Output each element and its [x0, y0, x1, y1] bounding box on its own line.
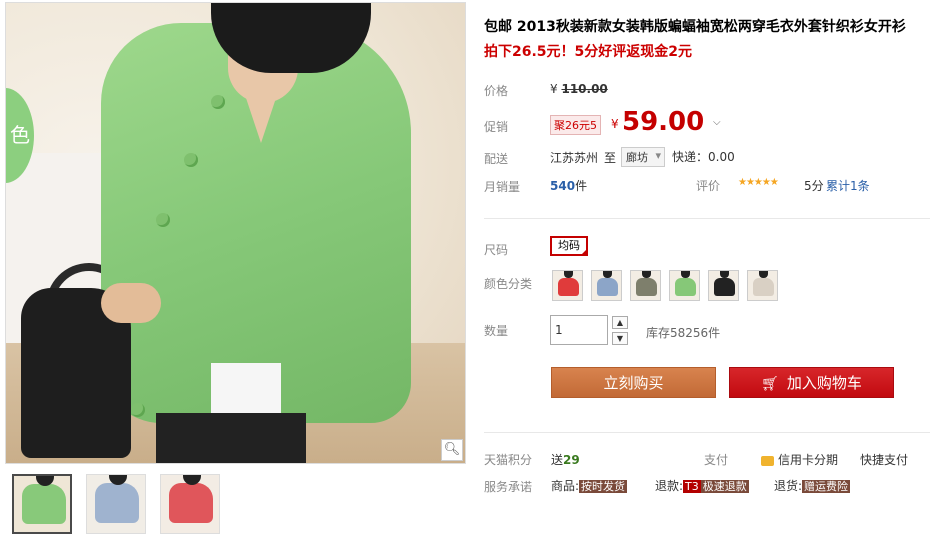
- quantity-label: 数量: [484, 324, 509, 338]
- photo-pants: [156, 413, 306, 463]
- quantity-input[interactable]: 1: [550, 315, 608, 345]
- review-count-link[interactable]: 累计1条: [826, 177, 870, 194]
- color-swatch-1[interactable]: [552, 270, 583, 301]
- points-label: 天猫积分: [484, 453, 533, 467]
- color-swatch-2[interactable]: [591, 270, 622, 301]
- quantity-increment-button[interactable]: ▲: [612, 316, 628, 329]
- shipping-to-word: 至: [604, 151, 617, 165]
- credit-card-icon: [761, 455, 774, 466]
- thumbnail-sweater: [95, 483, 139, 523]
- fast-refund-tag[interactable]: 极速退款: [700, 480, 749, 493]
- thumbnail-1[interactable]: [12, 474, 72, 534]
- color-swatch-3[interactable]: [630, 270, 661, 301]
- monthly-sales: 540件: [550, 177, 587, 194]
- color-swatch-4[interactable]: [669, 270, 700, 301]
- credit-card-installment-label: 信用卡分期: [778, 453, 839, 467]
- price-label: 价格: [484, 84, 509, 98]
- destination-select[interactable]: 廊坊: [621, 147, 665, 167]
- promo-text: 拍下26.5元！5分好评返现金2元: [484, 44, 693, 60]
- service-label: 服务承诺: [484, 480, 533, 494]
- thumbnail-strip: [12, 474, 220, 534]
- monthly-sales-label: 月销量: [484, 180, 521, 194]
- goods-label: 商品:: [551, 479, 580, 493]
- current-currency-symbol: ¥: [611, 117, 619, 131]
- sales-unit: 件: [575, 179, 588, 193]
- buy-now-button[interactable]: 立刻购买: [551, 367, 716, 398]
- color-swatch-5[interactable]: [708, 270, 739, 301]
- return-label: 退货:: [774, 479, 803, 493]
- thumbnail-2[interactable]: [86, 474, 146, 534]
- promo-label: 促销: [484, 120, 509, 134]
- shipping-fee: 快递：0.00: [672, 150, 735, 164]
- color-swatch-6[interactable]: [747, 270, 778, 301]
- stock-count: 库存58256件: [646, 326, 721, 340]
- shipping-origin: 江苏苏州: [550, 151, 599, 165]
- divider: [484, 218, 930, 219]
- product-title: 包邮 2013秋装新款女装韩版蝙蝠袖宽松两穿毛衣外套针织衫女开衫: [484, 19, 906, 35]
- currency-symbol: ¥: [550, 82, 558, 96]
- magnifier-icon[interactable]: 🔍︎: [441, 439, 463, 461]
- shipping-label: 配送: [484, 152, 509, 166]
- sweater-button: [156, 213, 170, 227]
- refund-label: 退款:: [655, 479, 684, 493]
- sweater-button: [184, 153, 198, 167]
- return-insurance-tag[interactable]: 赠运费险: [802, 480, 851, 493]
- sales-count: 540: [550, 179, 576, 193]
- points-number: 29: [563, 453, 580, 467]
- add-to-cart-button[interactable]: 🛒︎ 加入购物车: [729, 367, 894, 398]
- juhuasuan-tag: 聚26元5: [550, 115, 601, 135]
- quick-pay[interactable]: 快捷支付: [860, 451, 908, 468]
- points-prefix: 送: [551, 453, 564, 467]
- rating-score: 5分: [804, 179, 824, 193]
- service-refund: 退款: T3 极速退款: [655, 477, 749, 494]
- credit-card-installment[interactable]: 信用卡分期: [761, 451, 838, 468]
- color-swatches: [552, 270, 778, 301]
- thumbnail-sweater: [169, 483, 213, 523]
- payment-label: 支付: [704, 453, 729, 467]
- quantity-decrement-button[interactable]: ▼: [612, 332, 628, 345]
- service-return: 退货: 赠运费险: [774, 477, 851, 494]
- rating-stars: ★★★★★: [738, 177, 779, 188]
- size-label: 尺码: [484, 243, 509, 257]
- original-price: ¥ 110.00: [550, 82, 608, 96]
- rating-label: 评价: [696, 179, 721, 193]
- cart-icon: 🛒︎: [761, 376, 779, 392]
- size-option-one-size[interactable]: 均码: [550, 236, 588, 256]
- ontime-delivery-tag[interactable]: 按时发货: [579, 480, 628, 493]
- thumbnail-3[interactable]: [160, 474, 220, 534]
- divider: [484, 432, 930, 433]
- current-price: 59.00: [622, 107, 705, 137]
- sweater-button: [131, 403, 145, 417]
- photo-hand: [101, 283, 161, 323]
- original-price-value: 110.00: [561, 82, 608, 96]
- points-value: 送29: [551, 451, 580, 468]
- sweater-button: [211, 95, 225, 109]
- chevron-down-icon[interactable]: ⌵: [713, 117, 721, 128]
- add-to-cart-label: 加入购物车: [786, 374, 862, 392]
- color-label: 颜色分类: [484, 277, 533, 291]
- t3-badge: T3: [683, 480, 701, 493]
- product-main-image[interactable]: 色 🔍︎: [5, 2, 466, 464]
- service-goods: 商品: 按时发货: [551, 477, 628, 494]
- thumbnail-sweater: [22, 484, 66, 524]
